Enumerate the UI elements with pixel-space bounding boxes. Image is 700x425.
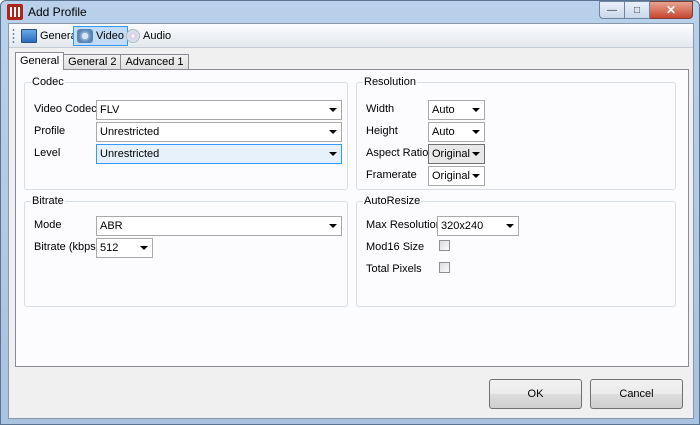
height-value: Auto: [432, 126, 455, 138]
chevron-down-icon: [472, 174, 480, 178]
max-resolution-select[interactable]: 320x240: [437, 216, 519, 236]
maximize-button[interactable]: □: [625, 1, 650, 19]
section-toolbar: General Video Audio: [9, 24, 693, 48]
total-pixels-checkbox[interactable]: [439, 262, 450, 273]
profile-value: Unrestricted: [100, 126, 160, 138]
mode-label: Mode: [34, 219, 62, 231]
framerate-value: Original: [432, 170, 470, 182]
autoresize-group-title: AutoResize: [363, 195, 422, 207]
chevron-down-icon: [472, 130, 480, 134]
general-icon: [21, 29, 37, 43]
ok-button[interactable]: OK: [489, 379, 582, 409]
codec-group: Codec Video Codec FLV Profile Unrestrict…: [24, 76, 348, 190]
mode-select[interactable]: ABR: [96, 216, 342, 236]
minimize-button[interactable]: —: [599, 1, 625, 19]
chevron-down-icon: [329, 130, 337, 134]
tab-advanced-1[interactable]: Advanced 1: [120, 54, 189, 70]
toolbar-grip-icon[interactable]: [12, 28, 15, 44]
video-icon: [77, 29, 93, 43]
chevron-down-icon: [329, 108, 337, 112]
profile-select[interactable]: Unrestricted: [96, 122, 342, 142]
video-codec-label: Video Codec: [34, 103, 97, 115]
total-pixels-label: Total Pixels: [366, 263, 422, 275]
window-title: Add Profile: [28, 5, 87, 19]
width-value: Auto: [432, 104, 455, 116]
framerate-label: Framerate: [366, 169, 417, 181]
toolbar-video-button[interactable]: Video: [73, 26, 128, 46]
video-codec-select[interactable]: FLV: [96, 100, 342, 120]
bitrate-kbps-select[interactable]: 512: [96, 238, 153, 258]
maximize-icon: □: [633, 4, 641, 16]
resolution-group: Resolution Width Auto Height Auto Aspect…: [356, 76, 676, 190]
chevron-down-icon: [329, 224, 337, 228]
width-label: Width: [366, 103, 395, 115]
chevron-down-icon: [140, 246, 148, 250]
toolbar-audio-label: Audio: [143, 30, 172, 42]
close-icon: ✕: [665, 3, 677, 17]
level-value: Unrestricted: [100, 148, 160, 160]
close-button[interactable]: ✕: [650, 1, 693, 19]
width-select[interactable]: Auto: [428, 100, 485, 120]
height-select[interactable]: Auto: [428, 122, 485, 142]
aspect-ratio-label: Aspect Ratio: [366, 147, 429, 159]
tab-general[interactable]: General: [15, 52, 65, 70]
codec-group-title: Codec: [31, 76, 65, 88]
app-icon: [7, 4, 23, 20]
bitrate-kbps-label: Bitrate (kbps): [34, 241, 100, 253]
minimize-icon: —: [607, 4, 617, 16]
max-resolution-value: 320x240: [441, 220, 484, 232]
resolution-group-title: Resolution: [363, 76, 417, 88]
height-label: Height: [366, 125, 398, 137]
aspect-ratio-select[interactable]: Original: [428, 144, 485, 164]
chevron-down-icon: [506, 224, 514, 228]
level-label: Level: [34, 147, 61, 159]
bitrate-group: Bitrate Mode ABR Bitrate (kbps) 512: [24, 195, 348, 307]
toolbar-video-label: Video: [96, 30, 124, 42]
mode-value: ABR: [100, 220, 123, 232]
toolbar-audio-button[interactable]: Audio: [123, 26, 174, 46]
profile-label: Profile: [34, 125, 66, 137]
cancel-button[interactable]: Cancel: [590, 379, 683, 409]
tab-page-general: Codec Video Codec FLV Profile Unrestrict…: [15, 69, 689, 367]
cancel-button-label: Cancel: [619, 388, 654, 400]
video-codec-value: FLV: [100, 104, 120, 116]
mod16-size-label: Mod16 Size: [366, 241, 425, 253]
bitrate-group-title: Bitrate: [31, 195, 65, 207]
bitrate-kbps-value: 512: [100, 242, 119, 254]
max-resolution-label: Max Resolution: [366, 219, 442, 231]
tab-strip: General General 2 Advanced 1: [15, 52, 189, 70]
aspect-ratio-value: Original: [432, 148, 470, 160]
level-select[interactable]: Unrestricted: [96, 144, 342, 164]
chevron-down-icon: [329, 152, 337, 156]
ok-button-label: OK: [527, 388, 544, 400]
autoresize-group: AutoResize Max Resolution 320x240 Mod16 …: [356, 195, 676, 307]
window-controls: — □ ✕: [599, 1, 693, 19]
dialog-client-area: General Video Audio General General 2 Ad…: [8, 23, 694, 419]
audio-icon: [126, 29, 140, 43]
mod16-size-checkbox[interactable]: [439, 240, 450, 251]
tab-general-2[interactable]: General 2: [63, 54, 122, 70]
framerate-select[interactable]: Original: [428, 166, 485, 186]
add-profile-window: Add Profile — □ ✕ General Video Audio Ge…: [0, 0, 700, 425]
chevron-down-icon: [472, 108, 480, 112]
chevron-down-icon: [472, 152, 480, 156]
title-bar[interactable]: Add Profile — □ ✕: [1, 1, 699, 23]
